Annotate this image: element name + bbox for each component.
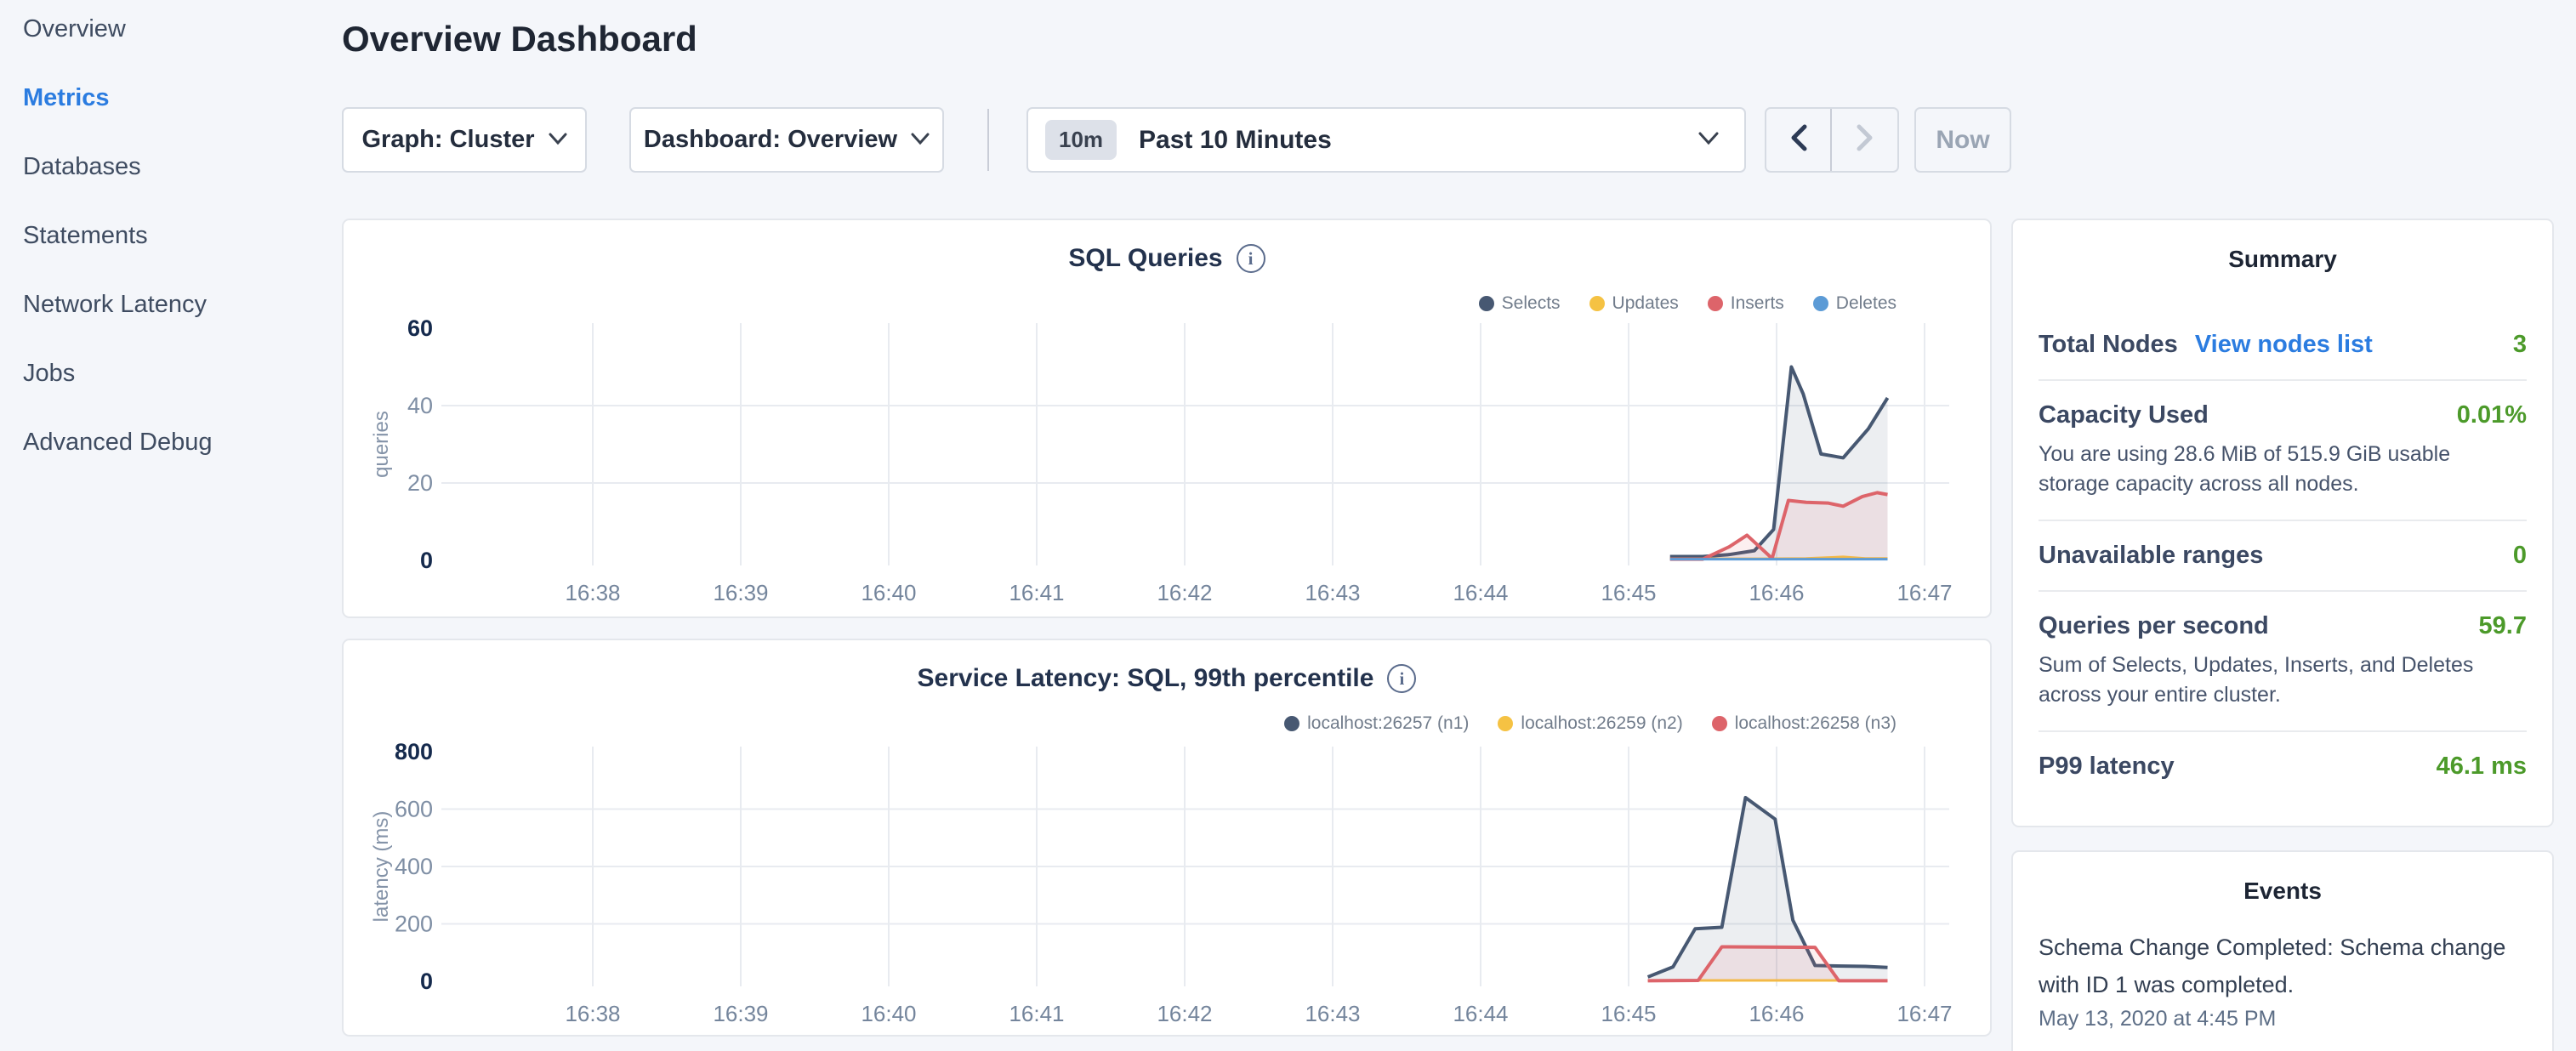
x-tick-label: 16:42: [1157, 1001, 1212, 1026]
y-tick-label: 200: [395, 912, 433, 937]
summary-row-head: P99 latency 46.1 ms: [2039, 753, 2527, 781]
summary-row-label: Unavailable ranges: [2039, 542, 2263, 570]
y-axis-label: latency (ms): [370, 811, 393, 923]
summary-panel: Summary Total Nodes View nodes list 3 Capac…: [2011, 219, 2554, 827]
y-tick-label: 60: [407, 315, 433, 341]
graph-dropdown-label: Graph: Cluster: [361, 126, 534, 154]
now-button[interactable]: Now: [1914, 107, 2011, 173]
service-latency-chart-panel: Service Latency: SQL, 99th percentile i …: [342, 639, 1992, 1037]
chevron-down-icon: [549, 133, 567, 148]
y-tick-label: 400: [395, 854, 433, 879]
events-list: Schema Change Completed: Schema change w…: [2039, 929, 2527, 1031]
dashboard-dropdown-label: Dashboard: Overview: [644, 126, 897, 154]
summary-row-value: 0: [2513, 542, 2527, 570]
chevron-down-icon: [911, 133, 930, 148]
sidebar-item-network-latency[interactable]: Network Latency: [23, 289, 213, 320]
x-tick-label: 16:40: [861, 580, 916, 605]
x-tick-label: 16:46: [1749, 1001, 1804, 1026]
event-item[interactable]: Schema Change Completed: Schema change w…: [2039, 929, 2527, 1031]
x-tick-label: 16:47: [1896, 1001, 1952, 1026]
x-tick-label: 16:42: [1157, 580, 1212, 605]
summary-row-value: 0.01%: [2457, 401, 2527, 429]
sidebar-item-statements[interactable]: Statements: [23, 220, 213, 251]
summary-row-head: Queries per second 59.7: [2039, 612, 2527, 640]
x-tick-label: 16:46: [1749, 580, 1804, 605]
y-tick-label: 800: [395, 739, 433, 764]
time-pager: [1765, 107, 1899, 173]
x-tick-label: 16:45: [1601, 580, 1656, 605]
y-tick-label: 0: [420, 548, 433, 573]
sql-queries-plot: 0 20 40 60 16:38 16:39 16:40 16:41 16:42 16:43 16:…: [344, 220, 1990, 616]
sidebar-item-metrics[interactable]: Metrics: [23, 82, 213, 113]
x-tick-label: 16:43: [1305, 580, 1360, 605]
sidebar-item-advanced-debug[interactable]: Advanced Debug: [23, 427, 213, 457]
sidebar-item-databases[interactable]: Databases: [23, 151, 213, 182]
summary-row-description: You are using 28.6 MiB of 515.9 GiB usab…: [2039, 440, 2527, 499]
summary-row: Capacity Used 0.01% You are using 28.6 MiB…: [2039, 379, 2527, 520]
dashboard-dropdown[interactable]: Dashboard: Overview: [629, 107, 944, 173]
x-tick-label: 16:43: [1305, 1001, 1360, 1026]
x-tick-label: 16:44: [1453, 580, 1508, 605]
x-tick-label: 16:45: [1601, 1001, 1656, 1026]
summary-row: P99 latency 46.1 ms: [2039, 730, 2527, 801]
view-nodes-list-link[interactable]: View nodes list: [2195, 331, 2373, 359]
summary-row: Total Nodes View nodes list 3: [2039, 310, 2527, 379]
summary-row-description: Sum of Selects, Updates, Inserts, and De…: [2039, 650, 2527, 710]
sidebar-item-overview[interactable]: Overview: [23, 14, 213, 44]
summary-row-value: 3: [2513, 331, 2527, 359]
events-title: Events: [2013, 878, 2552, 905]
events-panel: Events Schema Change Completed: Schema c…: [2011, 850, 2554, 1051]
page-title: Overview Dashboard: [342, 19, 697, 60]
y-axis-label: queries: [370, 411, 393, 478]
graph-dropdown[interactable]: Graph: Cluster: [342, 107, 587, 173]
summary-row-label: P99 latency: [2039, 753, 2175, 781]
summary-row-label: Total Nodes: [2039, 331, 2178, 359]
y-tick-label: 0: [420, 969, 433, 994]
toolbar-divider: [987, 109, 989, 171]
summary-row-label: Capacity Used: [2039, 401, 2209, 429]
x-tick-label: 16:40: [861, 1001, 916, 1026]
summary-row: Unavailable ranges 0: [2039, 520, 2527, 590]
summary-title: Summary: [2013, 246, 2552, 273]
sql-queries-chart-panel: SQL Queries i SelectsUpdatesInsertsDelet…: [342, 219, 1992, 618]
summary-row-head: Capacity Used 0.01%: [2039, 401, 2527, 429]
chevron-down-icon: [1698, 132, 1719, 148]
x-tick-label: 16:39: [713, 1001, 768, 1026]
time-next-button[interactable]: [1832, 109, 1897, 171]
time-prev-button[interactable]: [1766, 109, 1832, 171]
x-tick-label: 16:41: [1009, 580, 1064, 605]
service-latency-plot: 0 200 400 600 800 16:38 16:39 16:40 16:41 16:42 16…: [344, 640, 1990, 1035]
sidebar-nav: Overview Metrics Databases Statements Networ…: [23, 14, 213, 457]
metrics-page: Overview Metrics Databases Statements Networ…: [0, 0, 2576, 1051]
x-tick-label: 16:41: [1009, 1001, 1064, 1026]
time-window-selector[interactable]: 10m Past 10 Minutes: [1026, 107, 1746, 173]
chevron-right-icon: [1856, 123, 1874, 156]
x-tick-label: 16:38: [565, 1001, 620, 1026]
summary-row-head: Total Nodes View nodes list 3: [2039, 331, 2527, 359]
y-tick-label: 600: [395, 797, 433, 822]
event-timestamp: May 13, 2020 at 4:45 PM: [2039, 1007, 2527, 1031]
summary-row: Queries per second 59.7 Sum of Selects, Up…: [2039, 590, 2527, 730]
sidebar-item-jobs[interactable]: Jobs: [23, 358, 213, 389]
x-tick-label: 16:39: [713, 580, 768, 605]
summary-row-value: 46.1 ms: [2437, 753, 2527, 781]
y-tick-label: 20: [407, 470, 433, 496]
summary-row-head: Unavailable ranges 0: [2039, 542, 2527, 570]
chevron-left-icon: [1789, 123, 1808, 156]
x-tick-label: 16:44: [1453, 1001, 1508, 1026]
time-window-label: Past 10 Minutes: [1139, 126, 1676, 155]
y-tick-label: 40: [407, 393, 433, 418]
summary-row-value: 59.7: [2479, 612, 2527, 640]
time-window-badge: 10m: [1045, 120, 1117, 160]
x-tick-label: 16:47: [1896, 580, 1952, 605]
event-message: Schema Change Completed: Schema change w…: [2039, 929, 2527, 1003]
x-tick-label: 16:38: [565, 580, 620, 605]
summary-row-label: Queries per second: [2039, 612, 2269, 640]
summary-rows: Total Nodes View nodes list 3 Capacity Used…: [2039, 310, 2527, 801]
